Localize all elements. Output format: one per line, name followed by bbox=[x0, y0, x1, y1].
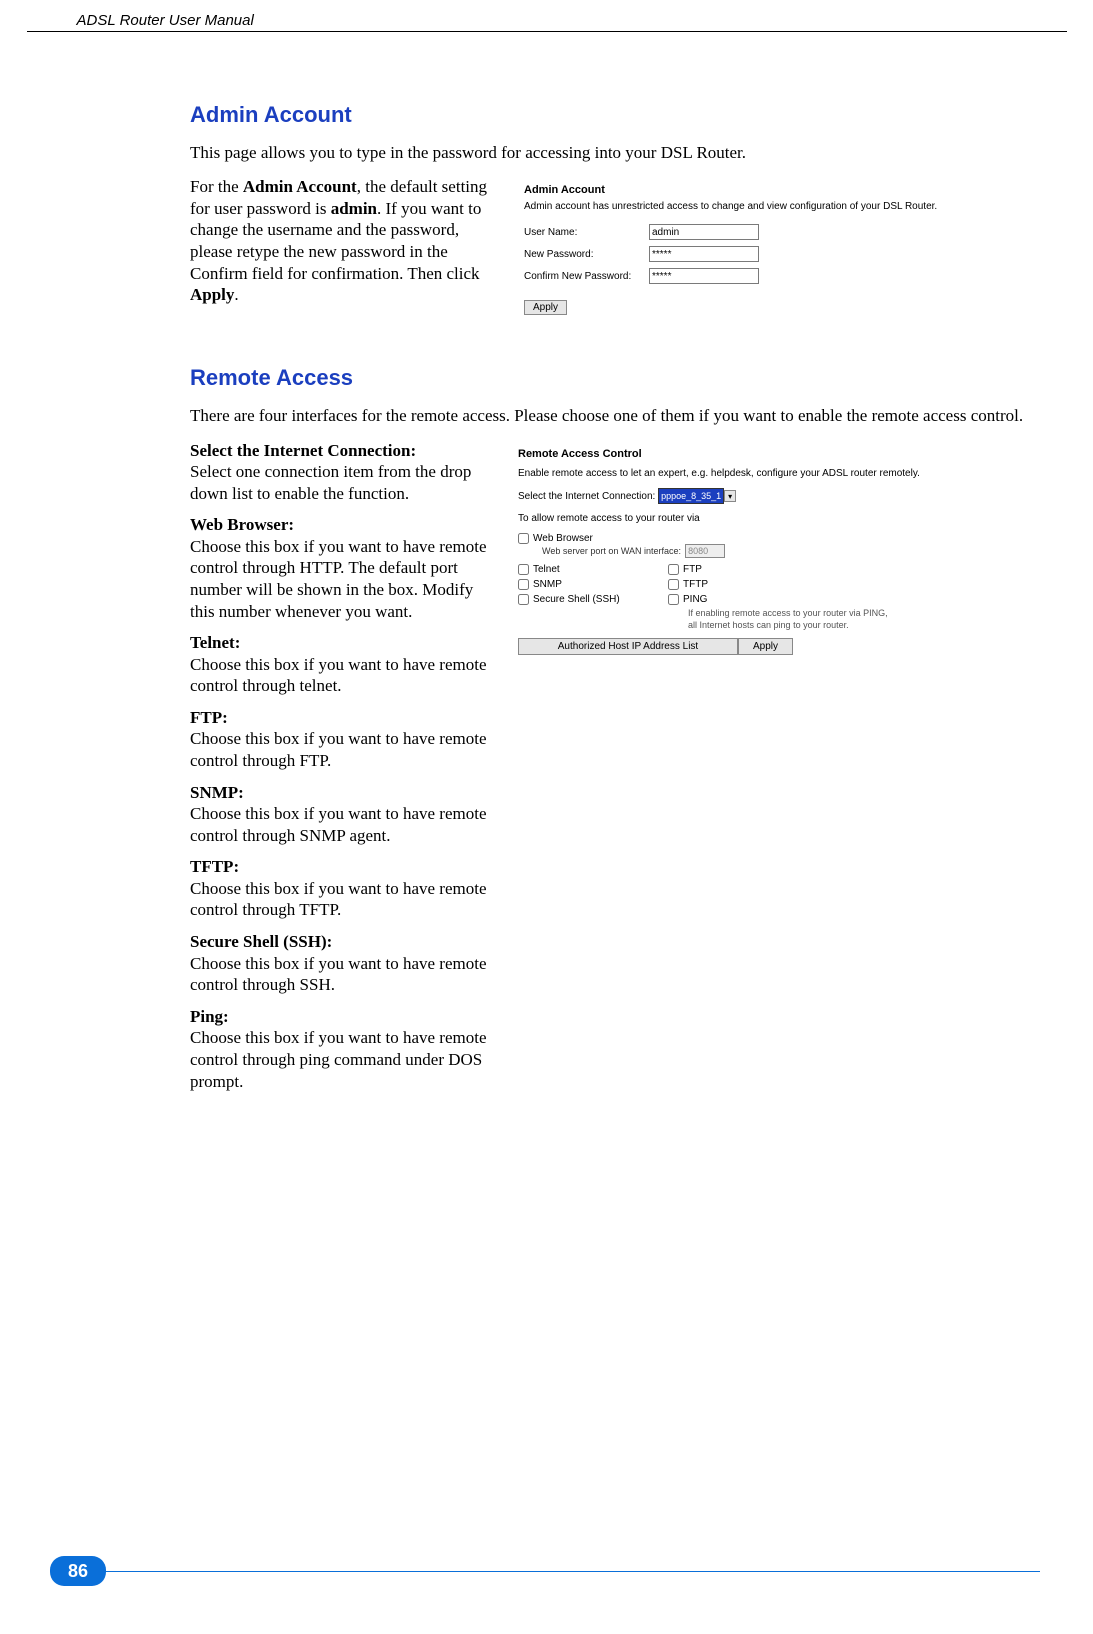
telnet-label: Telnet bbox=[533, 564, 560, 575]
select-connection-label: Select the Internet Connection: bbox=[518, 491, 655, 502]
def-body: Choose this box if you want to have remo… bbox=[190, 729, 487, 770]
shot-desc: Admin account has unrestricted access to… bbox=[524, 200, 1034, 214]
ftp-checkbox[interactable] bbox=[668, 564, 679, 575]
web-browser-label: Web Browser bbox=[533, 533, 593, 544]
def-body: Choose this box if you want to have remo… bbox=[190, 655, 487, 696]
ssh-label: Secure Shell (SSH) bbox=[533, 594, 620, 605]
apply-button[interactable]: Apply bbox=[524, 300, 567, 315]
def-title: TFTP: bbox=[190, 857, 239, 876]
page-header: ADSL Router User Manual bbox=[27, 0, 1067, 32]
def-body: Select one connection item from the drop… bbox=[190, 462, 471, 503]
text-bold: admin bbox=[331, 199, 377, 218]
remote-intro: There are four interfaces for the remote… bbox=[190, 405, 1040, 426]
tftp-checkbox[interactable] bbox=[668, 579, 679, 590]
ping-note-line1: If enabling remote access to your router… bbox=[688, 608, 888, 618]
new-password-field[interactable] bbox=[649, 246, 759, 262]
select-connection-dropdown[interactable]: pppoe_8_35_1 bbox=[658, 488, 724, 504]
def-title: Secure Shell (SSH): bbox=[190, 932, 332, 951]
def-body: Choose this box if you want to have remo… bbox=[190, 537, 487, 621]
def-body: Choose this box if you want to have remo… bbox=[190, 954, 487, 995]
admin-screenshot: Admin Account Admin account has unrestri… bbox=[518, 176, 1040, 319]
username-field[interactable] bbox=[649, 224, 759, 240]
page-number: 86 bbox=[50, 1556, 106, 1586]
ping-label: PING bbox=[683, 594, 707, 605]
web-browser-checkbox[interactable] bbox=[518, 533, 529, 544]
admin-paragraph: For the Admin Account, the default setti… bbox=[190, 176, 500, 305]
def-title: FTP: bbox=[190, 708, 228, 727]
ping-checkbox[interactable] bbox=[668, 594, 679, 605]
shot-title: Remote Access Control bbox=[518, 448, 1040, 460]
new-password-label: New Password: bbox=[524, 249, 649, 260]
ping-note-line2: all Internet hosts can ping to your rout… bbox=[688, 620, 849, 630]
def-body: Choose this box if you want to have remo… bbox=[190, 879, 487, 920]
admin-intro: This page allows you to type in the pass… bbox=[190, 142, 1040, 163]
username-label: User Name: bbox=[524, 227, 649, 238]
apply-button[interactable]: Apply bbox=[738, 638, 793, 655]
shot-title: Admin Account bbox=[524, 184, 1034, 196]
section-heading-remote: Remote Access bbox=[190, 365, 1040, 391]
ssh-checkbox[interactable] bbox=[518, 594, 529, 605]
def-body: Choose this box if you want to have remo… bbox=[190, 1028, 487, 1090]
section-heading-admin: Admin Account bbox=[190, 102, 1040, 128]
chevron-down-icon[interactable]: ▾ bbox=[724, 490, 736, 502]
def-title: SNMP: bbox=[190, 783, 244, 802]
ftp-label: FTP bbox=[683, 564, 702, 575]
def-body: Choose this box if you want to have remo… bbox=[190, 804, 487, 845]
text-bold: Apply bbox=[190, 285, 234, 304]
allow-text: To allow remote access to your router vi… bbox=[518, 511, 1040, 527]
def-title: Web Browser: bbox=[190, 515, 294, 534]
web-port-field[interactable] bbox=[685, 544, 725, 558]
def-title: Telnet: bbox=[190, 633, 240, 652]
remote-definitions: Select the Internet Connection: Select on… bbox=[190, 440, 500, 1103]
text: For the bbox=[190, 177, 243, 196]
telnet-checkbox[interactable] bbox=[518, 564, 529, 575]
remote-screenshot: Remote Access Control Enable remote acce… bbox=[518, 440, 1040, 659]
authorized-host-list-button[interactable]: Authorized Host IP Address List bbox=[518, 638, 738, 655]
confirm-password-field[interactable] bbox=[649, 268, 759, 284]
text: . bbox=[234, 285, 238, 304]
confirm-password-label: Confirm New Password: bbox=[524, 271, 649, 282]
text-bold: Admin Account bbox=[243, 177, 357, 196]
snmp-label: SNMP bbox=[533, 579, 562, 590]
snmp-checkbox[interactable] bbox=[518, 579, 529, 590]
def-title: Ping: bbox=[190, 1007, 229, 1026]
def-title: Select the Internet Connection: bbox=[190, 441, 416, 460]
shot-desc: Enable remote access to let an expert, e… bbox=[518, 466, 1040, 482]
web-port-label: Web server port on WAN interface: bbox=[542, 546, 681, 556]
tftp-label: TFTP bbox=[683, 579, 708, 590]
